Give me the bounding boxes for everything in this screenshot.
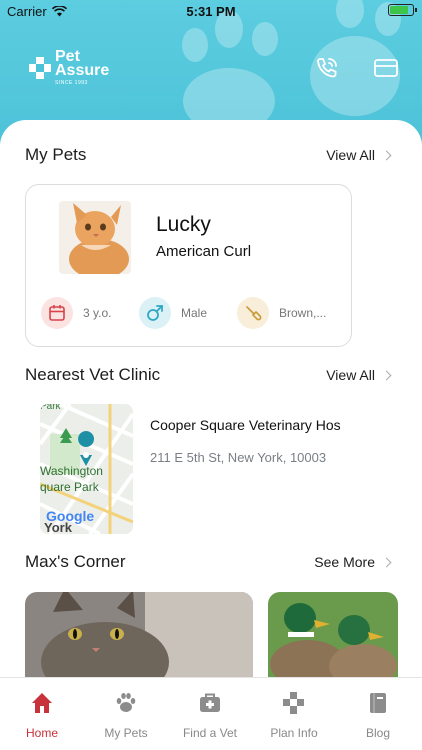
tab-find-a-vet[interactable]: Find a Vet xyxy=(168,690,252,740)
pet-gender-value: Male xyxy=(181,306,208,320)
maxs-corner-title: Max's Corner xyxy=(25,552,126,571)
pet-age-value: 3 y.o. xyxy=(83,306,112,320)
view-all-label: View All xyxy=(326,147,375,163)
tab-home[interactable]: Home xyxy=(0,690,84,740)
pet-photo xyxy=(59,201,131,274)
tab-blog-label: Blog xyxy=(365,726,391,740)
tab-plan-info[interactable]: Plan Info xyxy=(252,690,336,740)
tab-plan-info-label: Plan Info xyxy=(270,726,318,740)
battery-icon xyxy=(388,4,417,16)
view-all-label: View All xyxy=(326,367,375,383)
blog-card-cat[interactable] xyxy=(25,592,253,682)
chevron-right-icon xyxy=(381,150,392,160)
card-icon xyxy=(374,59,398,77)
my-pets-title: My Pets xyxy=(25,145,87,164)
calendar-icon xyxy=(41,297,73,329)
pet-color: Brown,... xyxy=(237,297,326,329)
pet-name: Lucky xyxy=(156,213,211,236)
clinic-name[interactable]: Cooper Square Veterinary Hos xyxy=(150,417,367,433)
book-icon xyxy=(370,693,386,713)
map-label-york: York xyxy=(44,520,72,534)
male-icon xyxy=(139,297,171,329)
tab-my-pets-label: My Pets xyxy=(104,726,148,740)
map-label-park: Park xyxy=(40,404,61,412)
my-pets-view-all-button[interactable]: View All xyxy=(326,147,392,163)
chevron-right-icon xyxy=(381,557,392,567)
map-label-washington: Washington xyxy=(40,464,103,478)
pet-assure-logo: Pet Assure SINCE 1993 xyxy=(27,49,110,86)
nearest-vet-title: Nearest Vet Clinic xyxy=(25,365,161,384)
map-label-square-park: quare Park xyxy=(40,480,99,494)
home-icon xyxy=(32,693,52,713)
pet-gender: Male xyxy=(139,297,207,329)
pet-card[interactable]: Lucky American Curl 3 y.o. Male Brown,..… xyxy=(25,184,352,347)
call-button[interactable] xyxy=(315,56,341,82)
status-time: 5:31 PM xyxy=(186,4,236,19)
pet-color-value: Brown,... xyxy=(279,306,327,320)
logo-text-assure: Assure xyxy=(55,62,110,79)
membership-card-button[interactable] xyxy=(373,56,399,82)
phone-icon xyxy=(317,58,337,78)
paw-toe-decoration xyxy=(182,28,208,62)
content-sheet: My Pets View All Lucky American Curl 3 y… xyxy=(0,120,422,682)
see-more-label: See More xyxy=(314,554,375,570)
clinic-view-all-button[interactable]: View All xyxy=(326,367,392,383)
tab-home-label: Home xyxy=(25,726,58,740)
brush-icon xyxy=(237,297,269,329)
tab-bar: Home My Pets Find a Vet Plan Info Blog xyxy=(0,677,422,750)
tab-blog[interactable]: Blog xyxy=(336,690,420,740)
chevron-right-icon xyxy=(381,370,392,380)
pet-breed: American Curl xyxy=(156,243,252,260)
plan-cross-icon xyxy=(283,692,304,714)
status-bar: Carrier 5:31 PM xyxy=(0,0,422,22)
tab-my-pets[interactable]: My Pets xyxy=(84,690,168,740)
blog-card-ducks[interactable] xyxy=(268,592,398,682)
clinic-map-thumbnail[interactable]: Park Washington quare Park Google York xyxy=(40,404,133,534)
see-more-button[interactable]: See More xyxy=(314,554,392,570)
clinic-address: 211 E 5th St, New York, 10003 xyxy=(150,450,327,465)
logo-since: SINCE 1993 xyxy=(55,80,88,86)
logo-cross-icon xyxy=(29,57,51,79)
pet-age: 3 y.o. xyxy=(41,297,111,329)
tab-find-a-vet-label: Find a Vet xyxy=(182,726,238,740)
paw-icon xyxy=(116,693,136,712)
paw-toe-decoration xyxy=(252,22,278,56)
medical-kit-icon xyxy=(200,693,220,712)
